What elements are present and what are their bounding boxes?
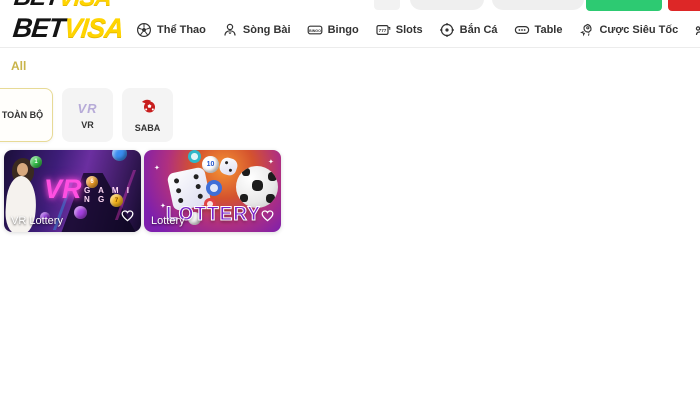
brand-logo-top[interactable]: BETVISA <box>13 0 113 12</box>
nav-item-slots[interactable]: 777 Slots <box>367 12 431 47</box>
filter-label: SABA <box>135 123 161 133</box>
nav-item-cuoc-sieu-toc[interactable]: Cược Siêu Tốc <box>570 12 686 47</box>
nav-item-table[interactable]: Table <box>506 12 571 47</box>
poker-chip-blue <box>206 180 222 196</box>
filter-label: TOÀN BỘ <box>2 110 43 120</box>
nav-item-tro-choi[interactable]: Trò Chơi <box>686 12 700 47</box>
saba-ball-icon <box>139 98 157 119</box>
soccer-ball-art <box>236 166 278 208</box>
nav-label: Cược Siêu Tốc <box>599 24 678 36</box>
green-action-button[interactable] <box>586 0 662 11</box>
lottery-ball-purple <box>74 206 87 219</box>
brand-logo-bet: BET <box>13 0 61 11</box>
topbar-pill-right[interactable] <box>492 0 584 10</box>
nav-label: Bắn Cá <box>460 24 498 36</box>
game-card-lottery[interactable]: ✦ ✦ ✦ 10 LOTTERY Lottery <box>144 150 281 232</box>
svg-text:BINGO: BINGO <box>309 28 321 32</box>
nav-label: Bingo <box>328 24 359 36</box>
slot-machine-icon: 777 <box>375 22 391 38</box>
gaming-neon-text: G A M I N G <box>84 186 141 204</box>
poker-chip-teal <box>188 150 201 163</box>
lottery-ball-green: 1 <box>30 156 42 168</box>
rocket-icon <box>578 22 594 38</box>
game-title: Lottery <box>151 215 185 227</box>
brand-logo-visa: VISA <box>62 13 124 43</box>
nav-label: Thể Thao <box>157 24 206 36</box>
sparkle-art: ✦ <box>160 202 166 210</box>
filter-card-toan-bo[interactable]: TOÀN BỘ <box>0 88 53 142</box>
vr-provider-logo: VR <box>77 101 97 116</box>
brand-logo-visa: VISA <box>58 0 113 11</box>
dealer-icon <box>222 22 238 38</box>
brand-logo-bet: BET <box>11 13 65 43</box>
filter-label: VR <box>81 120 94 130</box>
arcade-icon <box>694 22 700 38</box>
vr-neon-text: VR <box>44 174 82 205</box>
red-action-button[interactable] <box>668 0 700 11</box>
nav-item-the-thao[interactable]: Thể Thao <box>128 12 214 47</box>
game-card-vr-lottery[interactable]: 1 6 7 VR G A M I N G VR Lottery <box>4 150 141 232</box>
filter-card-vr[interactable]: VR VR <box>62 88 113 142</box>
section-tab-all[interactable]: All <box>11 59 26 73</box>
svg-text:777: 777 <box>378 27 386 32</box>
nav-item-ban-ca[interactable]: Bắn Cá <box>431 12 506 47</box>
sparkle-art: ✦ <box>154 164 160 172</box>
page: BETVISA Thể Thao Sòng Bài BINGO Bingo <box>0 0 700 420</box>
favorite-heart-icon[interactable] <box>260 208 275 227</box>
lottery-ball-blue <box>112 150 127 161</box>
topbar-pill-left[interactable] <box>410 0 484 10</box>
nav-label: Slots <box>396 24 423 36</box>
filter-card-saba[interactable]: SABA <box>122 88 173 142</box>
soccer-ball-icon <box>136 22 152 38</box>
nav-label: Sòng Bài <box>243 24 291 36</box>
hostess-face-art <box>17 163 28 176</box>
nav-item-bingo[interactable]: BINGO Bingo <box>299 12 367 47</box>
lottery-ball-10: 10 <box>202 156 219 173</box>
bingo-badge-icon: BINGO <box>307 22 323 38</box>
favorite-heart-icon[interactable] <box>120 208 135 227</box>
brand-logo[interactable]: BETVISA <box>11 13 124 44</box>
game-title: VR Lottery <box>11 215 63 227</box>
nav-item-song-bai[interactable]: Sòng Bài <box>214 12 299 47</box>
sparkle-art: ✦ <box>268 158 274 166</box>
target-icon <box>439 22 455 38</box>
nav-label: Table <box>535 24 563 36</box>
table-games-icon <box>514 22 530 38</box>
help-button[interactable] <box>374 0 400 10</box>
dice-art-small <box>218 156 239 177</box>
